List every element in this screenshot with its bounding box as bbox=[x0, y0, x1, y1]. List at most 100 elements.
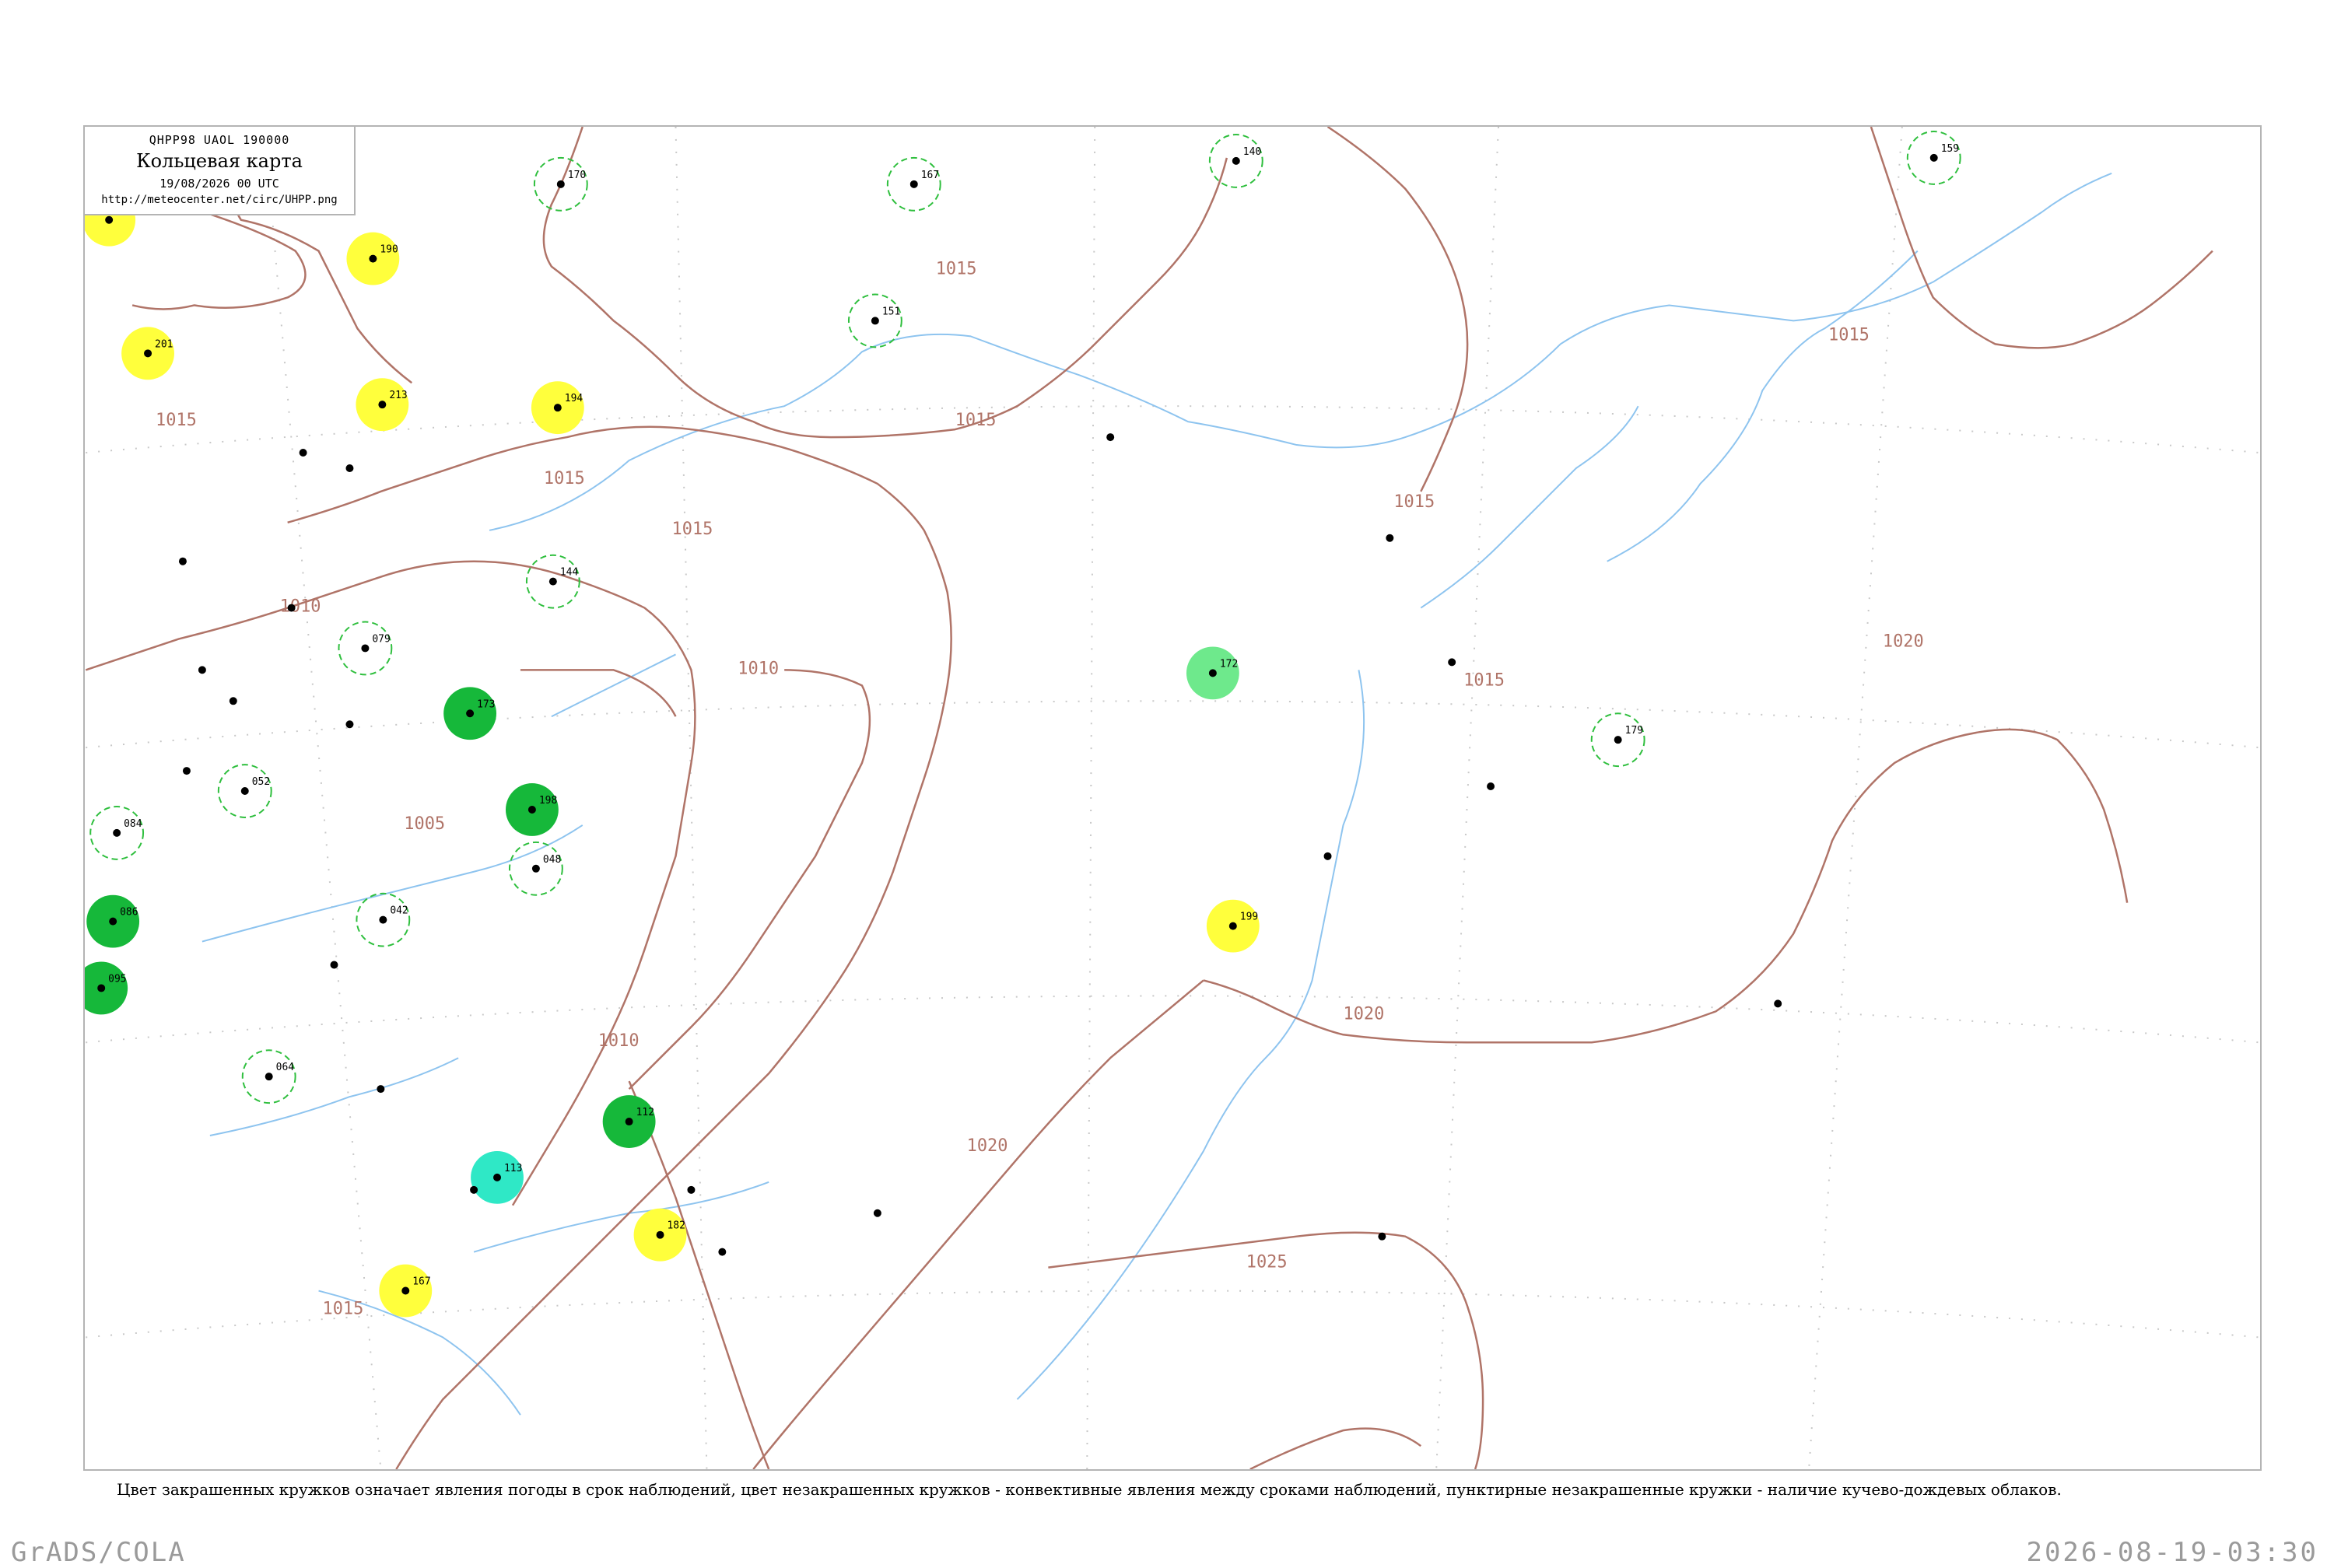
footer-timestamp: 2026-08-19-03:30 bbox=[2026, 1537, 2318, 1568]
station-plot[interactable]: 167 bbox=[886, 156, 941, 212]
stations-layer: 1912012131941901701671401591511440790840… bbox=[85, 130, 1961, 1318]
station-dot bbox=[240, 787, 249, 796]
station-pressure-label: 084 bbox=[124, 818, 142, 830]
station-pressure-label: 201 bbox=[155, 338, 173, 350]
station-dot bbox=[466, 709, 475, 718]
station-plot[interactable]: 064 bbox=[241, 1049, 296, 1104]
isobar-label: 1010 bbox=[280, 597, 321, 617]
station-dot bbox=[1208, 669, 1217, 677]
station-plot[interactable]: 144 bbox=[525, 554, 580, 609]
isobar-label: 1015 bbox=[1393, 492, 1435, 512]
station-plot[interactable]: 194 bbox=[531, 381, 584, 435]
isobar-label: 1020 bbox=[967, 1136, 1008, 1156]
station-dot bbox=[527, 805, 536, 814]
station-plot[interactable]: 113 bbox=[471, 1150, 524, 1204]
station-plot[interactable]: 173 bbox=[443, 687, 497, 740]
station-plot[interactable]: 198 bbox=[505, 783, 559, 836]
station-plot[interactable]: 199 bbox=[1206, 899, 1260, 953]
station-plot[interactable]: 172 bbox=[1186, 646, 1239, 700]
station-plot[interactable]: 086 bbox=[86, 894, 140, 948]
station-dot bbox=[113, 828, 121, 837]
station-plot[interactable]: 182 bbox=[633, 1208, 687, 1262]
station-pressure-label: 167 bbox=[921, 170, 939, 181]
station-dot bbox=[379, 915, 387, 924]
station-dot bbox=[1614, 736, 1622, 744]
station-plot[interactable]: 095 bbox=[85, 961, 128, 1015]
station-pressure-label: 213 bbox=[389, 390, 407, 401]
station-pressure-label: 179 bbox=[1625, 725, 1643, 737]
legend-note: Цвет закрашенных кружков означает явлени… bbox=[117, 1480, 2062, 1499]
isobar-label: 1015 bbox=[671, 520, 713, 539]
station-pressure-label: 182 bbox=[668, 1220, 685, 1232]
map-frame[interactable]: 1015 1015 1015 1015 1015 1015 1010 1010 … bbox=[83, 125, 2262, 1471]
station-plot[interactable]: 179 bbox=[1590, 712, 1645, 768]
footer-software-label: GrADS/COLA bbox=[11, 1537, 186, 1568]
station-dot bbox=[1228, 922, 1237, 930]
station-pressure-label: 144 bbox=[560, 567, 579, 579]
station-pressure-label: 190 bbox=[380, 244, 398, 256]
station-dot bbox=[625, 1118, 633, 1126]
isobar-label: 1015 bbox=[156, 411, 197, 430]
station-circle bbox=[85, 961, 128, 1015]
station-plot[interactable]: 167 bbox=[379, 1264, 433, 1318]
station-pressure-label: 052 bbox=[252, 776, 270, 788]
station-plot[interactable]: 159 bbox=[1906, 130, 1961, 185]
source-url[interactable]: http://meteocenter.net/circ/UHPP.png bbox=[85, 194, 354, 206]
station-pressure-label: 095 bbox=[108, 973, 126, 985]
isobar-label: 1020 bbox=[1883, 632, 1924, 651]
station-plot[interactable]: 170 bbox=[533, 156, 588, 212]
station-plot[interactable]: 140 bbox=[1208, 133, 1263, 188]
station-pressure-label: 112 bbox=[636, 1107, 654, 1118]
station-dot bbox=[378, 401, 387, 409]
isobar-label: 1010 bbox=[738, 659, 779, 678]
station-dot bbox=[97, 984, 106, 992]
station-dot bbox=[556, 180, 565, 188]
isobar-labels: 1015 1015 1015 1015 1015 1015 1010 1010 … bbox=[156, 260, 1924, 1319]
station-pressure-label: 113 bbox=[504, 1163, 522, 1174]
map-title: Кольцевая карта bbox=[136, 150, 303, 172]
station-pressure-label: 042 bbox=[390, 905, 408, 917]
isobar-label: 1015 bbox=[1463, 670, 1505, 690]
station-plot[interactable]: 112 bbox=[602, 1095, 656, 1148]
station-pressure-label: 048 bbox=[543, 854, 561, 866]
station-plot[interactable]: 190 bbox=[346, 232, 400, 285]
station-dot bbox=[109, 917, 117, 926]
isobar-label: 1015 bbox=[955, 411, 997, 430]
station-pressure-label: 079 bbox=[372, 633, 390, 645]
plain-station-marks bbox=[178, 433, 1782, 1256]
station-dot bbox=[531, 864, 540, 873]
station-pressure-label: 159 bbox=[1941, 143, 1959, 155]
station-dot bbox=[493, 1173, 501, 1181]
isobar-label: 1020 bbox=[1343, 1004, 1384, 1024]
station-dot bbox=[548, 577, 557, 586]
station-dot bbox=[553, 404, 562, 412]
station-pressure-label: 064 bbox=[276, 1062, 295, 1073]
map-title-box: QHPP98 UAOL 190000 Кольцевая карта 19/08… bbox=[85, 127, 356, 215]
station-pressure-label: 140 bbox=[1243, 146, 1261, 158]
station-plot[interactable]: 084 bbox=[89, 805, 145, 860]
station-plot[interactable]: 052 bbox=[217, 764, 272, 818]
station-pressure-label: 170 bbox=[568, 170, 586, 181]
station-pressure-label: 172 bbox=[1220, 658, 1238, 670]
station-dot bbox=[361, 644, 370, 653]
coastline bbox=[202, 172, 2112, 1416]
station-pressure-label: 167 bbox=[412, 1276, 430, 1288]
isobar-label: 1025 bbox=[1246, 1253, 1288, 1272]
isobar-label: 1015 bbox=[1828, 325, 1870, 345]
station-plot[interactable]: 151 bbox=[847, 293, 902, 348]
station-plot[interactable]: 201 bbox=[121, 327, 174, 380]
station-dot bbox=[144, 349, 152, 358]
station-dot bbox=[265, 1073, 273, 1081]
station-pressure-label: 198 bbox=[539, 795, 557, 807]
station-plot[interactable]: 042 bbox=[356, 892, 411, 947]
map-datetime: 19/08/2026 00 UTC bbox=[159, 177, 279, 191]
station-dot bbox=[909, 180, 918, 188]
station-pressure-label: 151 bbox=[882, 306, 900, 317]
station-dot bbox=[105, 215, 114, 224]
station-dot bbox=[401, 1286, 410, 1295]
station-plot[interactable]: 213 bbox=[356, 378, 409, 432]
station-plot[interactable]: 079 bbox=[338, 621, 393, 676]
station-dot bbox=[1929, 153, 1938, 162]
map-canvas[interactable]: 1015 1015 1015 1015 1015 1015 1010 1010 … bbox=[85, 127, 2260, 1469]
station-pressure-label: 194 bbox=[565, 393, 584, 404]
